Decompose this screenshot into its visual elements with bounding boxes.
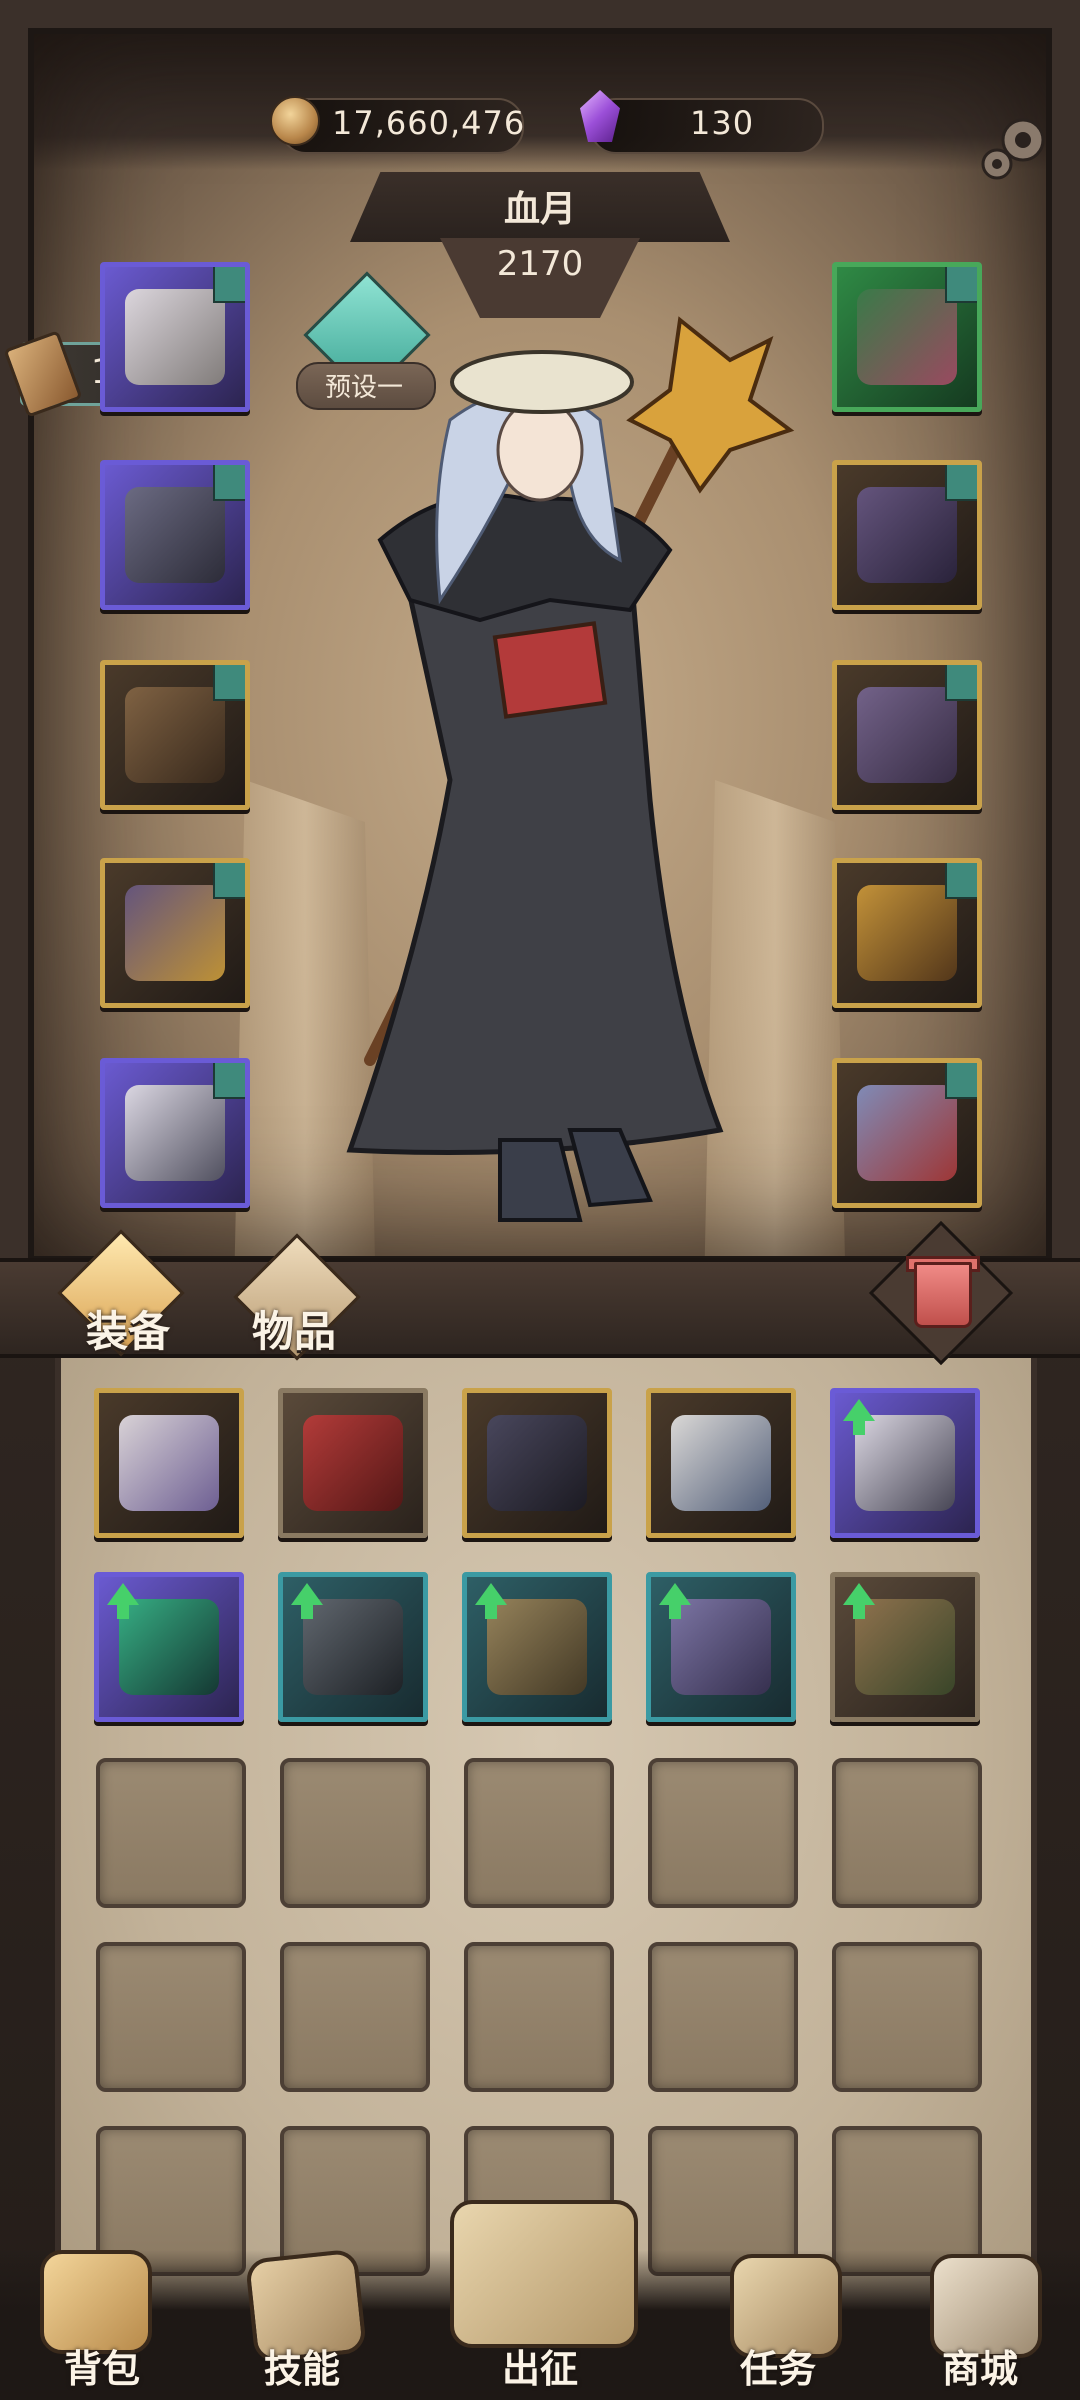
- inventory-item[interactable]: [646, 1388, 796, 1538]
- inventory-item[interactable]: [462, 1388, 612, 1538]
- empty-inventory-slot[interactable]: [648, 1758, 798, 1908]
- spellbook-icon: [857, 1085, 957, 1181]
- gear-icon[interactable]: [975, 108, 1055, 188]
- combat-power: 2170: [496, 244, 584, 284]
- inventory-item[interactable]: [94, 1388, 244, 1538]
- slot-tag: [213, 267, 245, 303]
- empty-inventory-slot[interactable]: [832, 1942, 982, 2092]
- nav-shop[interactable]: 商城: [890, 2338, 1070, 2393]
- empty-inventory-slot[interactable]: [832, 1758, 982, 1908]
- slot-tag: [945, 465, 977, 501]
- empty-inventory-slot[interactable]: [648, 1942, 798, 2092]
- equip-slot-shoulder[interactable]: [832, 460, 982, 610]
- equip-slot-belt[interactable]: [100, 858, 250, 1008]
- nav-expedition[interactable]: 出征: [450, 2338, 630, 2393]
- leaf-book-icon: [855, 1599, 955, 1695]
- green-amulet-icon: [119, 1599, 219, 1695]
- equip-slot-spellbook[interactable]: [832, 1058, 982, 1208]
- equip-slot-staff[interactable]: [832, 858, 982, 1008]
- hat-icon: [125, 289, 225, 385]
- purple-boots-icon: [671, 1599, 771, 1695]
- dark-gauntlet-icon: [303, 1599, 403, 1695]
- staff-icon: [857, 885, 957, 981]
- white-hood-icon: [671, 1415, 771, 1511]
- inventory-item[interactable]: [278, 1388, 428, 1538]
- leather-boots-icon: [487, 1599, 587, 1695]
- trash-icon: [914, 1262, 972, 1328]
- equip-slot-cloak[interactable]: [832, 660, 982, 810]
- upgrade-arrow-icon: [843, 1583, 875, 1619]
- cloak-icon: [857, 687, 957, 783]
- empty-inventory-slot[interactable]: [464, 1758, 614, 1908]
- inventory-item[interactable]: [278, 1572, 428, 1722]
- gold-amount: 17,660,476: [332, 104, 526, 142]
- empty-inventory-slot[interactable]: [96, 1758, 246, 1908]
- belt-icon: [125, 885, 225, 981]
- top-bar: [0, 0, 1080, 170]
- slot-tag: [945, 267, 977, 303]
- nav-quests[interactable]: 任务: [688, 2338, 868, 2393]
- slot-tag: [945, 1063, 977, 1099]
- character-illustration: [346, 316, 795, 1222]
- nav-skills[interactable]: 技能: [212, 2338, 392, 2393]
- upgrade-arrow-icon: [107, 1583, 139, 1619]
- slot-tag: [945, 665, 977, 701]
- upgrade-arrow-icon: [659, 1583, 691, 1619]
- gold-coin-icon: [270, 96, 320, 146]
- armor-icon: [125, 487, 225, 583]
- equip-slot-armor[interactable]: [100, 460, 250, 610]
- empty-inventory-slot[interactable]: [280, 1942, 430, 2092]
- shoulder-icon: [857, 487, 957, 583]
- necklace-icon: [857, 289, 957, 385]
- slot-tag: [213, 863, 245, 899]
- gem-amount: 130: [690, 104, 755, 142]
- sword-scroll-icon[interactable]: [450, 2200, 638, 2348]
- slot-tag: [213, 665, 245, 701]
- slot-tag: [945, 863, 977, 899]
- inventory-item[interactable]: [646, 1572, 796, 1722]
- empty-inventory-slot[interactable]: [96, 1942, 246, 2092]
- character-name: 血月: [503, 189, 576, 230]
- tab-items[interactable]: 物品: [252, 1298, 336, 1359]
- equip-slot-necklace[interactable]: [832, 262, 982, 412]
- red-armor-icon: [303, 1415, 403, 1511]
- white-boots-icon: [855, 1415, 955, 1511]
- inventory-item[interactable]: [94, 1572, 244, 1722]
- gloves-icon: [125, 687, 225, 783]
- empty-inventory-slot[interactable]: [464, 1942, 614, 2092]
- equip-slot-gloves[interactable]: [100, 660, 250, 810]
- slot-tag: [213, 1063, 245, 1099]
- empty-inventory-slot[interactable]: [280, 1758, 430, 1908]
- inventory-item[interactable]: [462, 1572, 612, 1722]
- inventory-item[interactable]: [830, 1572, 980, 1722]
- boots-icon: [125, 1085, 225, 1181]
- tab-equipment[interactable]: 装备: [86, 1298, 170, 1359]
- equip-slot-boots[interactable]: [100, 1058, 250, 1208]
- fur-coat-icon: [119, 1415, 219, 1511]
- upgrade-arrow-icon: [291, 1583, 323, 1619]
- equip-slot-hat[interactable]: [100, 262, 250, 412]
- slot-tag: [213, 465, 245, 501]
- dark-skirt-icon: [487, 1415, 587, 1511]
- upgrade-arrow-icon: [843, 1399, 875, 1435]
- inventory-item[interactable]: [830, 1388, 980, 1538]
- nav-backpack[interactable]: 背包: [12, 2338, 192, 2393]
- upgrade-arrow-icon: [475, 1583, 507, 1619]
